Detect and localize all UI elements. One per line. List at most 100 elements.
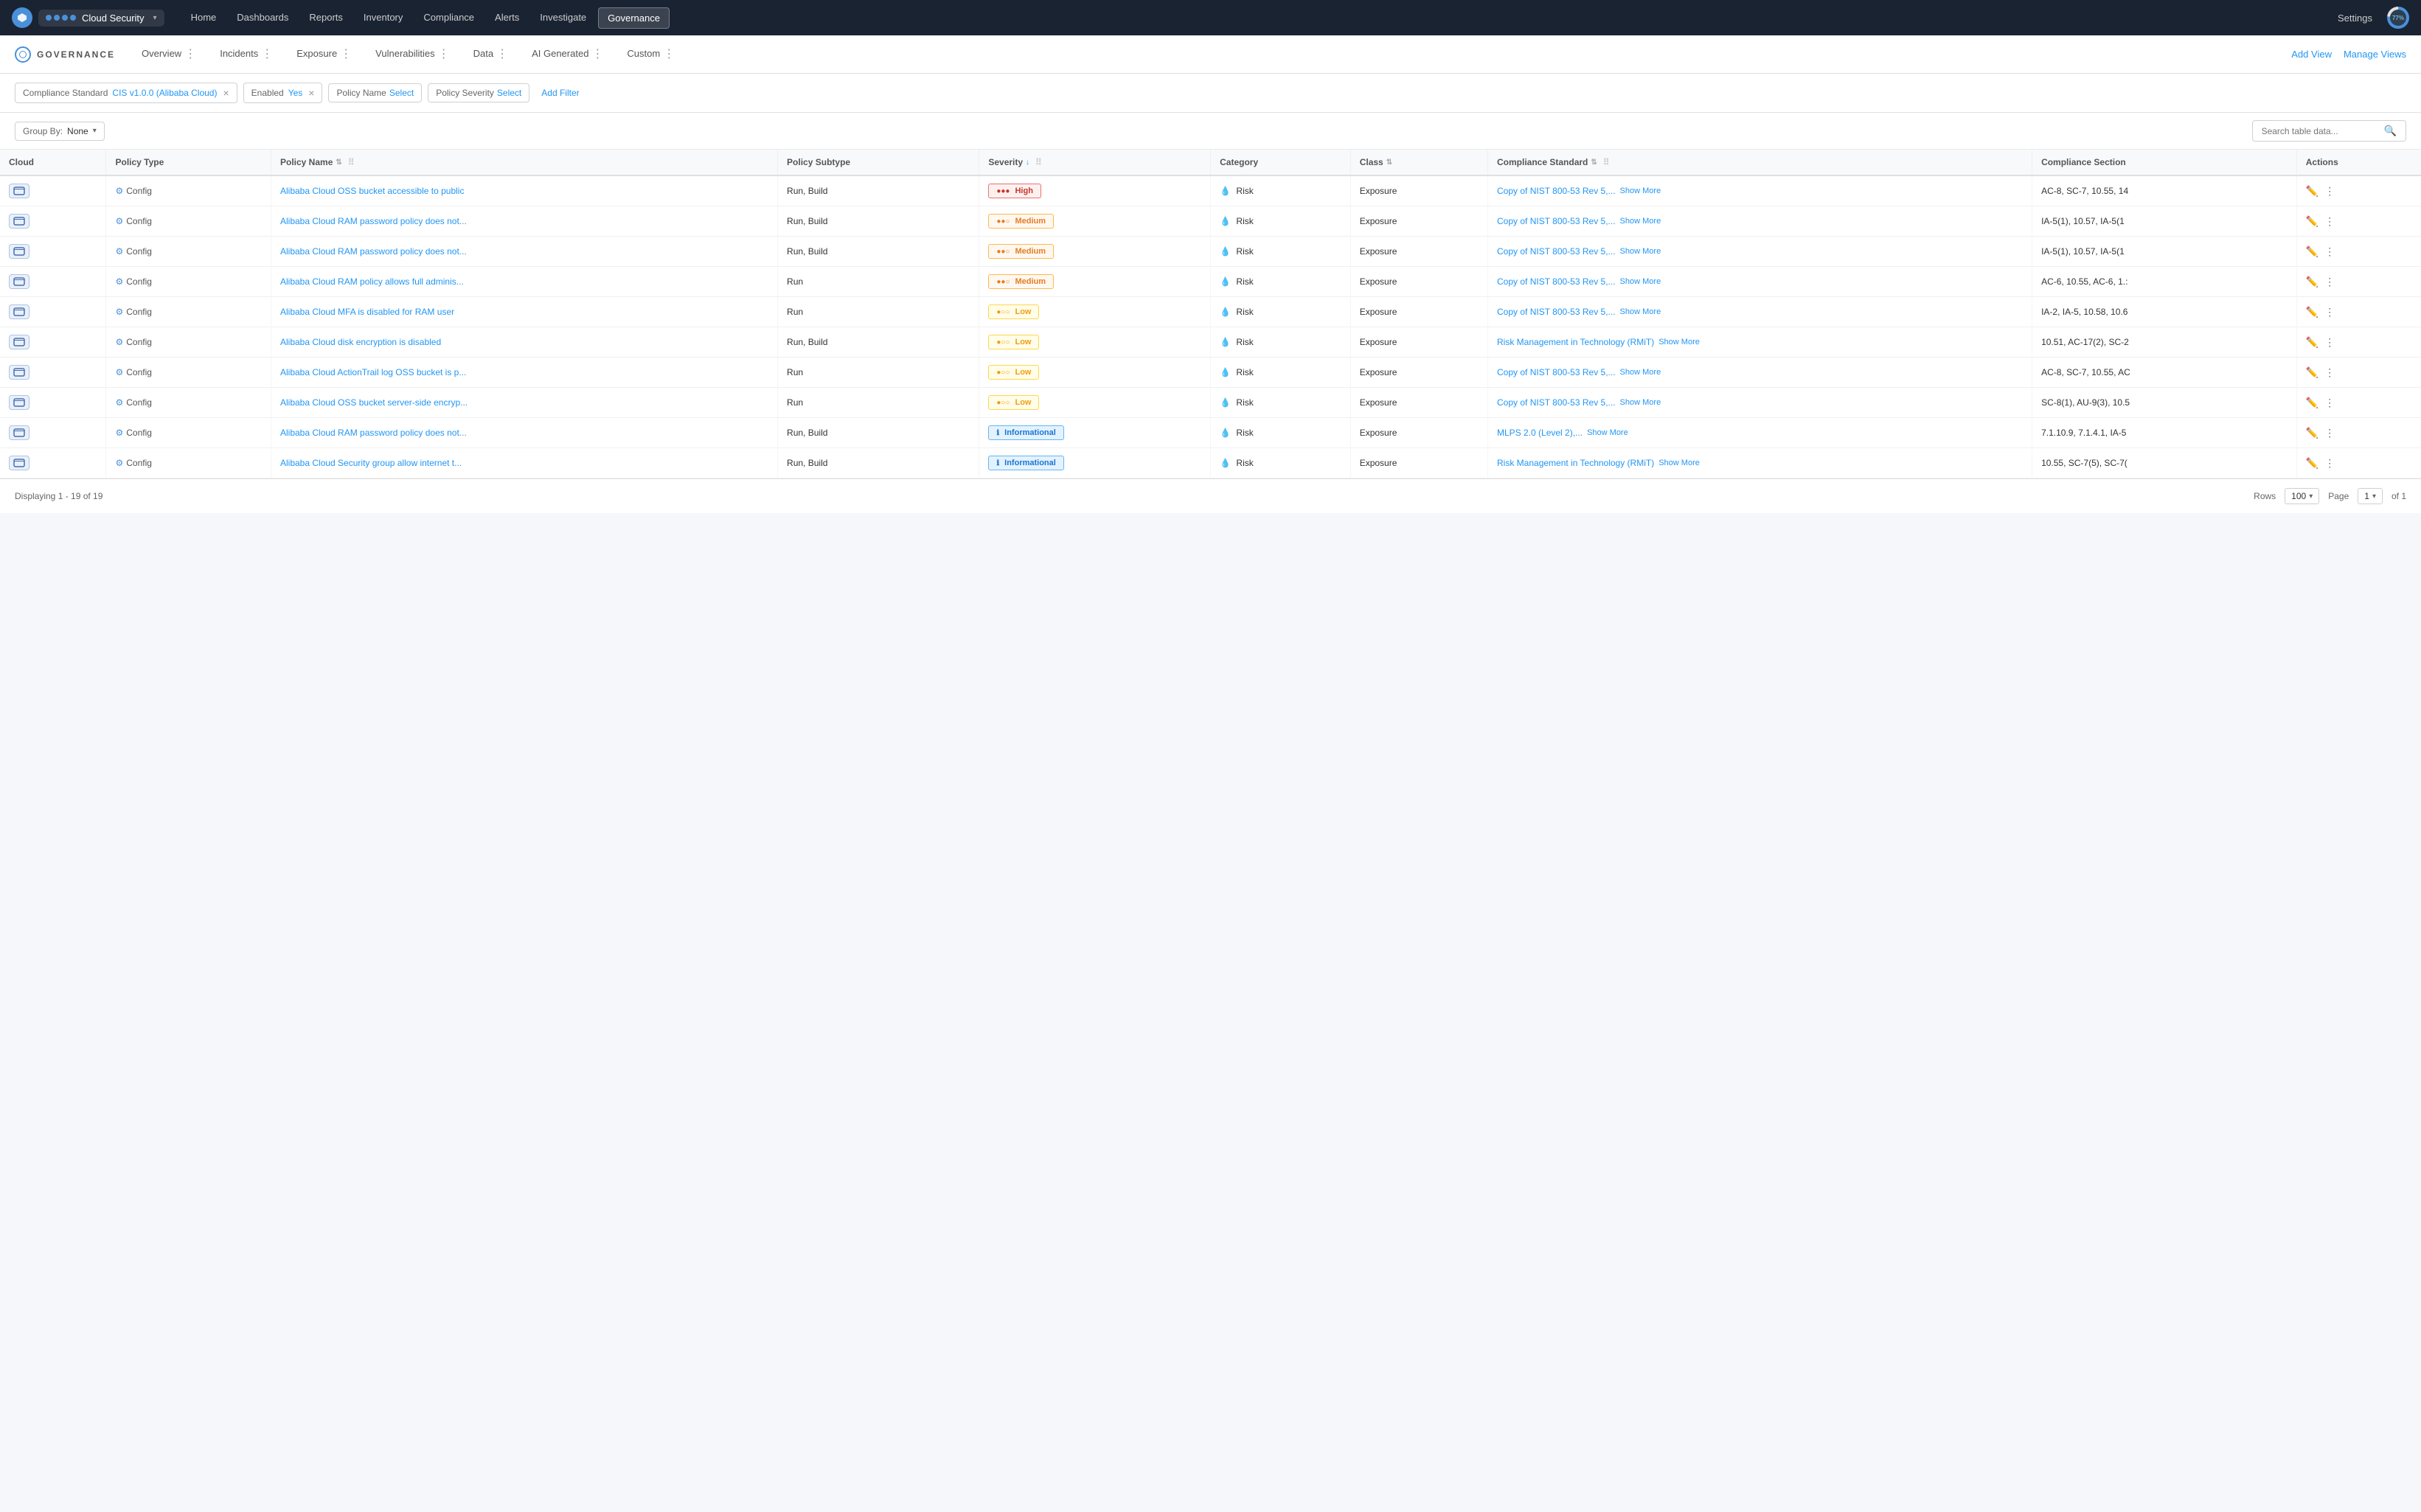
compliance-drag-icon[interactable]: ⠿ (1603, 157, 1610, 167)
col-class[interactable]: Class ⇅ (1350, 150, 1487, 175)
class-value: Exposure (1360, 458, 1397, 468)
compliance-standard-value[interactable]: Copy of NIST 800-53 Rev 5,... (1497, 246, 1616, 257)
compliance-standard-value[interactable]: MLPS 2.0 (Level 2),... (1497, 428, 1583, 438)
edit-icon[interactable]: ✏️ (2306, 336, 2318, 349)
compliance-standard-filter[interactable]: Compliance Standard CIS v1.0.0 (Alibaba … (15, 83, 237, 103)
nav-alerts[interactable]: Alerts (486, 7, 528, 29)
compliance-standard-value[interactable]: Copy of NIST 800-53 Rev 5,... (1497, 397, 1616, 408)
tab-incidents[interactable]: Incidents ⋮ (208, 35, 285, 73)
show-more-button[interactable]: Show More (1620, 217, 1661, 226)
more-actions-icon[interactable]: ⋮ (2324, 306, 2335, 318)
compliance-standard-value[interactable]: Copy of NIST 800-53 Rev 5,... (1497, 186, 1616, 196)
policy-name-value[interactable]: Alibaba Cloud disk encryption is disable… (280, 337, 441, 347)
col-compliance-standard[interactable]: Compliance Standard ⇅ ⠿ (1488, 150, 2032, 175)
app-logo[interactable] (12, 7, 32, 28)
tab-vulnerabilities-dots[interactable]: ⋮ (438, 46, 450, 61)
nav-governance[interactable]: Governance (598, 7, 670, 29)
nav-home[interactable]: Home (182, 7, 226, 29)
show-more-button[interactable]: Show More (1658, 338, 1700, 346)
tab-custom[interactable]: Custom ⋮ (615, 35, 687, 73)
col-severity[interactable]: Severity ↓ ⠿ (979, 150, 1211, 175)
compliance-standard-value[interactable]: Copy of NIST 800-53 Rev 5,... (1497, 307, 1616, 317)
edit-icon[interactable]: ✏️ (2306, 276, 2318, 288)
compliance-standard-value[interactable]: Copy of NIST 800-53 Rev 5,... (1497, 276, 1616, 287)
tab-exposure[interactable]: Exposure ⋮ (285, 35, 364, 73)
show-more-button[interactable]: Show More (1620, 277, 1661, 286)
col-drag-icon[interactable]: ⠿ (348, 157, 355, 167)
add-view-button[interactable]: Add View (2291, 49, 2332, 60)
policy-name-value[interactable]: Alibaba Cloud MFA is disabled for RAM us… (280, 307, 454, 317)
edit-icon[interactable]: ✏️ (2306, 397, 2318, 409)
nav-dashboards[interactable]: Dashboards (228, 7, 297, 29)
user-avatar[interactable]: 77% (2387, 7, 2409, 29)
nav-compliance[interactable]: Compliance (414, 7, 483, 29)
show-more-button[interactable]: Show More (1658, 459, 1700, 467)
table-search-input[interactable] (2262, 126, 2380, 136)
tab-data-dots[interactable]: ⋮ (496, 46, 508, 61)
add-filter-button[interactable]: Add Filter (535, 84, 585, 102)
more-actions-icon[interactable]: ⋮ (2324, 336, 2335, 349)
settings-link[interactable]: Settings (2338, 13, 2372, 24)
enabled-close-icon[interactable]: × (308, 87, 314, 99)
more-actions-icon[interactable]: ⋮ (2324, 185, 2335, 198)
show-more-button[interactable]: Show More (1620, 247, 1661, 256)
severity-drag-icon[interactable]: ⠿ (1035, 157, 1042, 167)
col-policy-name[interactable]: Policy Name ⇅ ⠿ (271, 150, 778, 175)
enabled-filter[interactable]: Enabled Yes × (243, 83, 323, 103)
policy-name-value[interactable]: Alibaba Cloud RAM password policy does n… (280, 246, 467, 257)
tab-overview[interactable]: Overview ⋮ (130, 35, 208, 73)
policy-name-value[interactable]: Alibaba Cloud RAM policy allows full adm… (280, 276, 464, 287)
policy-name-filter[interactable]: Policy Name Select (328, 83, 422, 102)
tab-overview-dots[interactable]: ⋮ (184, 46, 196, 61)
cell-compliance-section: IA-5(1), 10.57, IA-5(1 (2032, 237, 2297, 267)
rows-per-page-selector[interactable]: 100 ▾ (2285, 488, 2319, 504)
tab-data[interactable]: Data ⋮ (462, 35, 520, 73)
show-more-button[interactable]: Show More (1620, 307, 1661, 316)
edit-icon[interactable]: ✏️ (2306, 306, 2318, 318)
brand-dot-3 (62, 15, 68, 21)
brand-selector[interactable]: Cloud Security ▾ (38, 10, 164, 27)
more-actions-icon[interactable]: ⋮ (2324, 276, 2335, 288)
policy-name-value[interactable]: Alibaba Cloud ActionTrail log OSS bucket… (280, 367, 466, 377)
tab-ai-dots[interactable]: ⋮ (591, 46, 603, 61)
nav-inventory[interactable]: Inventory (355, 7, 411, 29)
compliance-section-value: AC-6, 10.55, AC-6, 1.: (2041, 276, 2128, 287)
manage-views-button[interactable]: Manage Views (2344, 49, 2406, 60)
policy-name-value[interactable]: Alibaba Cloud RAM password policy does n… (280, 428, 467, 438)
more-actions-icon[interactable]: ⋮ (2324, 215, 2335, 228)
edit-icon[interactable]: ✏️ (2306, 245, 2318, 258)
nav-investigate[interactable]: Investigate (531, 7, 595, 29)
more-actions-icon[interactable]: ⋮ (2324, 245, 2335, 258)
compliance-standard-value[interactable]: Risk Management in Technology (RMiT) (1497, 458, 1654, 468)
show-more-button[interactable]: Show More (1587, 428, 1628, 437)
policy-name-value[interactable]: Alibaba Cloud OSS bucket server-side enc… (280, 397, 468, 408)
more-actions-icon[interactable]: ⋮ (2324, 397, 2335, 409)
more-actions-icon[interactable]: ⋮ (2324, 427, 2335, 439)
nav-reports[interactable]: Reports (300, 7, 352, 29)
tab-vulnerabilities[interactable]: Vulnerabilities ⋮ (364, 35, 461, 73)
edit-icon[interactable]: ✏️ (2306, 366, 2318, 379)
tab-ai-generated[interactable]: AI Generated ⋮ (520, 35, 615, 73)
compliance-standard-value[interactable]: Risk Management in Technology (RMiT) (1497, 337, 1654, 347)
show-more-button[interactable]: Show More (1620, 398, 1661, 407)
policy-name-value[interactable]: Alibaba Cloud OSS bucket accessible to p… (280, 186, 464, 196)
more-actions-icon[interactable]: ⋮ (2324, 457, 2335, 470)
edit-icon[interactable]: ✏️ (2306, 457, 2318, 470)
show-more-button[interactable]: Show More (1620, 187, 1661, 195)
tab-custom-dots[interactable]: ⋮ (663, 46, 675, 61)
group-by-selector[interactable]: Group By: None ▾ (15, 122, 105, 141)
tab-incidents-dots[interactable]: ⋮ (261, 46, 273, 61)
show-more-button[interactable]: Show More (1620, 368, 1661, 377)
page-selector[interactable]: 1 ▾ (2358, 488, 2383, 504)
edit-icon[interactable]: ✏️ (2306, 427, 2318, 439)
tab-exposure-dots[interactable]: ⋮ (340, 46, 352, 61)
policy-severity-filter[interactable]: Policy Severity Select (428, 83, 529, 102)
more-actions-icon[interactable]: ⋮ (2324, 366, 2335, 379)
compliance-standard-close-icon[interactable]: × (223, 87, 229, 99)
compliance-standard-value[interactable]: Copy of NIST 800-53 Rev 5,... (1497, 216, 1616, 226)
edit-icon[interactable]: ✏️ (2306, 215, 2318, 228)
edit-icon[interactable]: ✏️ (2306, 185, 2318, 198)
policy-name-value[interactable]: Alibaba Cloud Security group allow inter… (280, 458, 462, 468)
compliance-standard-value[interactable]: Copy of NIST 800-53 Rev 5,... (1497, 367, 1616, 377)
policy-name-value[interactable]: Alibaba Cloud RAM password policy does n… (280, 216, 467, 226)
